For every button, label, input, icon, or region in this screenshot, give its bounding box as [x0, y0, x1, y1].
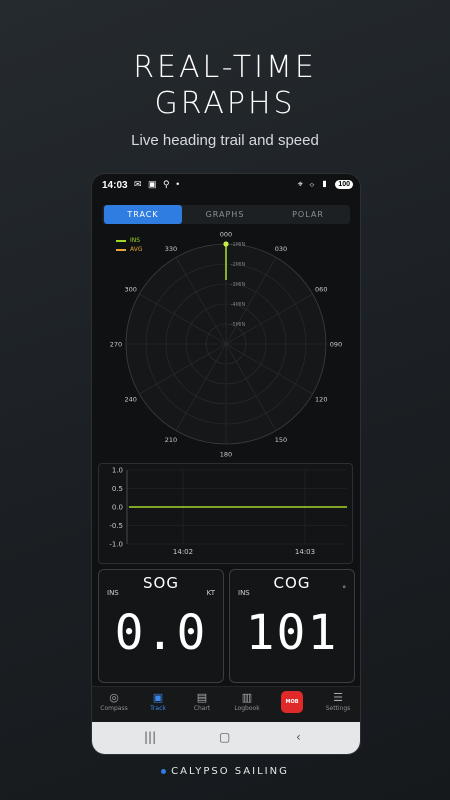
bearing-label: 000 [220, 232, 232, 239]
bearing-label: 150 [275, 436, 287, 444]
nav-compass[interactable]: ◎ Compass [92, 691, 136, 712]
headline-line-2: GRAPHS [154, 86, 296, 121]
legend-item-ins: INS [116, 236, 142, 245]
y-tick-label: 1.0 [112, 467, 123, 475]
phone-screen: 14:03 ✉ ▣ ⚲ • ⌖ ⌔ ▮ 100 TRACK GRAPHS POL… [91, 173, 361, 755]
bearing-label: 330 [165, 245, 177, 253]
y-tick-label: -1.0 [109, 541, 123, 549]
nav-label: Compass [100, 705, 128, 712]
bearing-label: 300 [125, 286, 137, 294]
nav-label: Track [150, 705, 166, 712]
heading-marker [223, 241, 229, 247]
bearing-label: 240 [125, 396, 137, 404]
bearing-label: 210 [165, 436, 177, 444]
nav-label: Logbook [234, 705, 260, 712]
status-time: 14:03 [102, 180, 128, 191]
view-tabs: TRACK GRAPHS POLAR [102, 205, 350, 224]
y-tick-label: -0.5 [109, 522, 123, 530]
bearing-label: 090 [330, 341, 342, 349]
legend-item-avg: AVG [116, 245, 142, 254]
bearing-label: 270 [110, 341, 122, 349]
compass-icon: ◎ [109, 691, 119, 704]
bearing-label: 060 [315, 286, 327, 294]
ring-time-label: -5MIN [231, 322, 246, 328]
system-nav-bar: ||| ▢ ‹ [92, 722, 360, 754]
sog-unit: KT [206, 589, 215, 597]
track-icon: ▣ [152, 691, 164, 704]
speed-line-chart: 1.0 0.5 0.0 -0.5 -1.0 14:02 14:03 [109, 467, 347, 556]
y-tick-label: 0.5 [112, 485, 123, 493]
home-icon[interactable]: ▢ [219, 730, 230, 744]
cog-card[interactable]: COG INS ° 101 [229, 569, 355, 683]
y-tick-label: 0.0 [112, 504, 123, 512]
nav-label: Settings [325, 705, 351, 712]
nav-settings[interactable]: ☰ Settings [316, 691, 360, 712]
tab-graphs[interactable]: GRAPHS [186, 205, 264, 224]
x-tick-label: 14:02 [173, 548, 193, 556]
speed-graph: 1.0 0.5 0.0 -0.5 -1.0 14:02 14:03 [98, 463, 353, 564]
recents-icon[interactable]: ||| [144, 730, 156, 744]
nav-track[interactable]: ▣ Track [136, 691, 180, 712]
bearing-label: 180 [220, 451, 232, 459]
sog-ins-label: INS [107, 589, 119, 597]
bearing-label: 120 [315, 396, 327, 404]
battery-icon: 100 [335, 180, 353, 189]
brand-name: CALYPSO SAILING [171, 766, 289, 777]
subtitle: Live heading trail and speed [131, 132, 319, 149]
nav-label: Chart [193, 705, 211, 712]
cog-degree-icon: ° [342, 585, 347, 593]
headline-line-1: REAL-TIME [133, 50, 317, 85]
nav-chart[interactable]: ▤ Chart [180, 691, 224, 712]
tab-polar[interactable]: POLAR [268, 205, 348, 224]
x-tick-label: 14:03 [295, 548, 315, 556]
notification-icons: ✉ ▣ ⚲ • [134, 179, 182, 189]
signal-icons: ⌖ ⌔ ▮ [297, 179, 330, 189]
ring-time-label: -2MIN [231, 262, 246, 268]
sog-card[interactable]: SOG INS KT 0.0 [98, 569, 224, 683]
sliders-icon: ☰ [333, 691, 343, 704]
ring-time-label: -3MIN [231, 282, 246, 288]
cog-value: 101 [245, 605, 339, 661]
map-icon: ▤ [196, 691, 208, 704]
ring-time-label: -4MIN [231, 302, 246, 308]
polar-legend: INS AVG [116, 236, 142, 254]
cog-ins-label: INS [238, 589, 250, 597]
bottom-nav: ◎ Compass ▣ Track ▤ Chart ▥ Logbook MOB … [92, 686, 360, 723]
mob-button[interactable]: MOB [281, 691, 303, 713]
nav-logbook[interactable]: ▥ Logbook [225, 691, 269, 712]
book-icon: ▥ [241, 691, 253, 704]
brand-footer: CALYPSO SAILING [0, 766, 450, 777]
tab-track[interactable]: TRACK [104, 205, 182, 224]
status-bar: 14:03 ✉ ▣ ⚲ • ⌖ ⌔ ▮ 100 [92, 174, 360, 198]
back-icon[interactable]: ‹ [296, 730, 301, 744]
bearing-label: 030 [275, 245, 287, 253]
sog-value: 0.0 [114, 605, 208, 661]
ring-time-label: -1MIN [231, 242, 246, 248]
brand-dot-icon [161, 768, 167, 774]
heading-polar-plot: 000 030 060 090 120 150 180 210 240 270 300 330 -1MI… [110, 232, 342, 459]
